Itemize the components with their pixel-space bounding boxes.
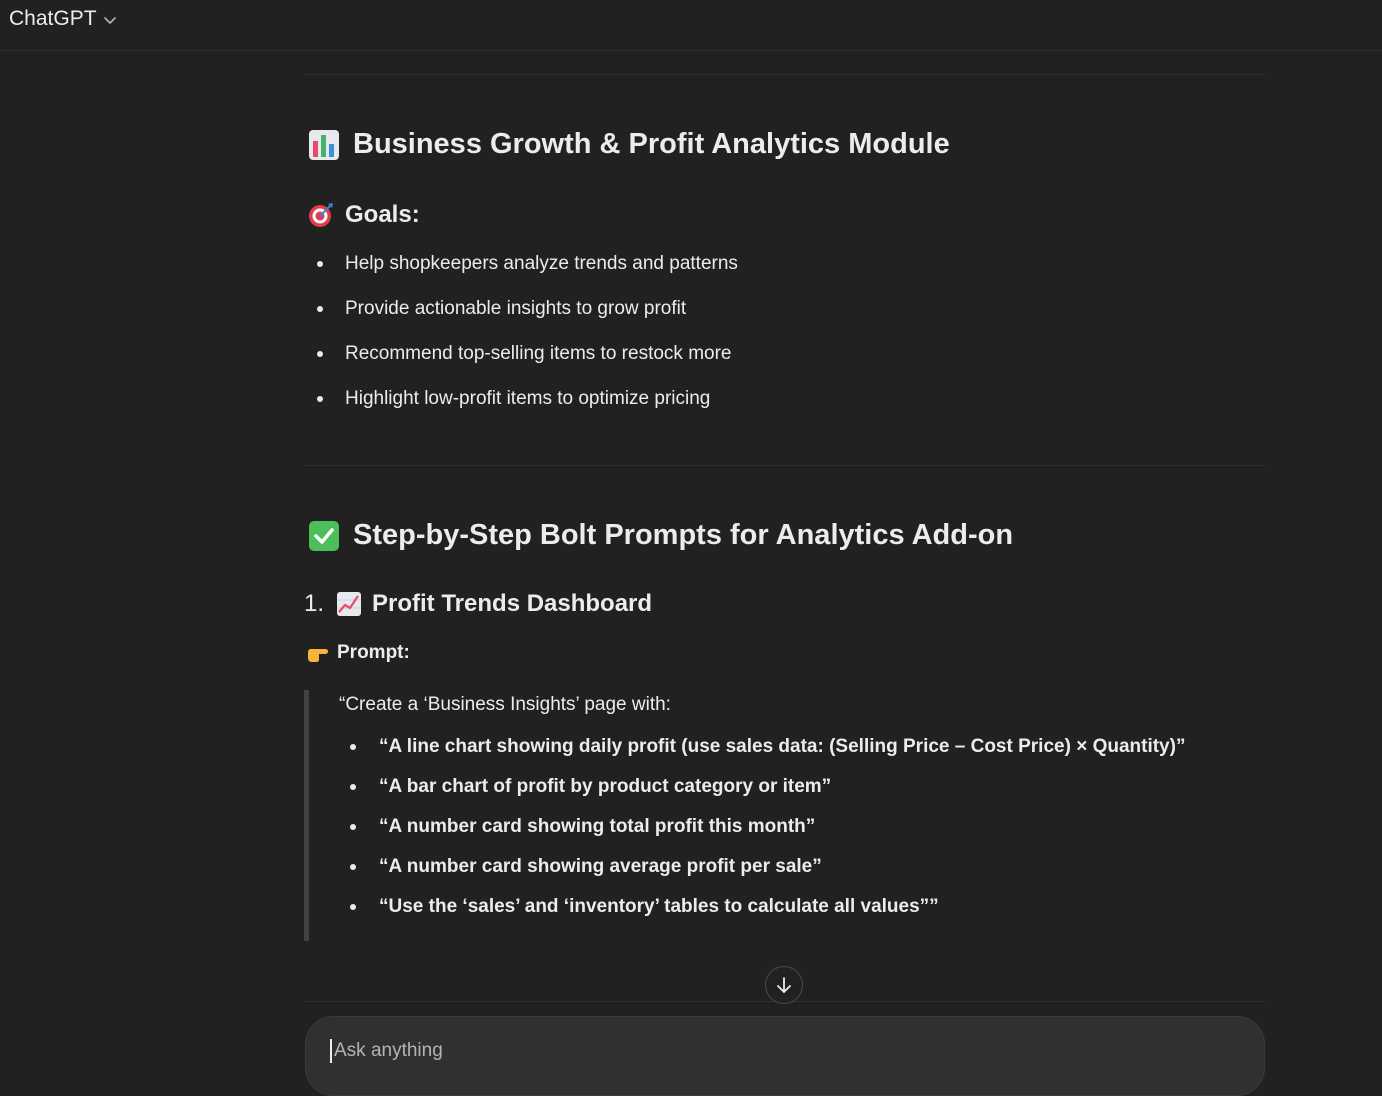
list-item: Recommend top-selling items to restock m… xyxy=(304,336,738,381)
list-item: Provide actionable insights to grow prof… xyxy=(304,291,738,336)
top-bar: ChatGPT xyxy=(0,0,1382,51)
model-name: ChatGPT xyxy=(9,7,97,30)
prompt-list: “A line chart showing daily profit (use … xyxy=(339,730,1185,930)
scroll-to-bottom-button[interactable] xyxy=(765,966,803,1004)
list-item-text: “A number card showing total profit this… xyxy=(379,816,816,837)
section-title: Step-by-Step Bolt Prompts for Analytics … xyxy=(353,519,1014,551)
chart-increasing-icon xyxy=(337,592,362,616)
list-item-text: Highlight low-profit items to optimize p… xyxy=(345,388,711,409)
step-title: Profit Trends Dashboard xyxy=(372,590,653,617)
bullet xyxy=(350,744,356,750)
bullet xyxy=(350,784,356,790)
bullet xyxy=(317,351,323,357)
list-item-text: Recommend top-selling items to restock m… xyxy=(345,343,732,364)
prompt-label-text: Prompt: xyxy=(337,642,410,663)
divider xyxy=(304,465,1265,466)
model-switcher-button[interactable]: ChatGPT xyxy=(9,5,117,33)
list-item: Help shopkeepers analyze trends and patt… xyxy=(304,246,738,291)
bullet xyxy=(350,824,356,830)
bullet xyxy=(350,904,356,910)
list-item: “A bar chart of profit by product catego… xyxy=(339,770,1185,810)
arrow-down-icon xyxy=(777,977,791,993)
section-heading-steps: Step-by-Step Bolt Prompts for Analytics … xyxy=(308,519,1013,552)
bullet xyxy=(317,261,323,267)
section-heading-analytics: Business Growth & Profit Analytics Modul… xyxy=(308,128,950,161)
bullet xyxy=(350,864,356,870)
list-item-text: “A line chart showing daily profit (use … xyxy=(379,736,1186,757)
list-item: Highlight low-profit items to optimize p… xyxy=(304,381,738,426)
check-mark-icon xyxy=(309,520,339,551)
goals-heading: Goals: xyxy=(308,201,420,229)
list-item-text: “Use the ‘sales’ and ‘inventory’ tables … xyxy=(379,896,939,917)
list-item: “Use the ‘sales’ and ‘inventory’ tables … xyxy=(339,890,1185,930)
bullet xyxy=(317,306,323,312)
direct-hit-icon xyxy=(309,203,333,227)
list-item: “A number card showing average profit pe… xyxy=(339,850,1185,890)
composer xyxy=(305,1016,1265,1096)
goals-list: Help shopkeepers analyze trends and patt… xyxy=(304,246,738,426)
step-heading: 1. Profit Trends Dashboard xyxy=(304,590,652,618)
list-item-text: “A bar chart of profit by product catego… xyxy=(379,776,832,797)
list-item-text: Help shopkeepers analyze trends and patt… xyxy=(345,253,738,274)
prompt-label: Prompt: xyxy=(307,642,410,664)
pointing-hand-icon xyxy=(308,649,328,662)
prompt-blockquote: “Create a ‘Business Insights’ page with:… xyxy=(304,690,1244,941)
list-item: “A line chart showing daily profit (use … xyxy=(339,730,1185,770)
message-input[interactable] xyxy=(330,1039,1036,1063)
list-item-text: Provide actionable insights to grow prof… xyxy=(345,298,687,319)
divider xyxy=(304,74,1265,75)
list-item: “A number card showing total profit this… xyxy=(339,810,1185,850)
section-title: Business Growth & Profit Analytics Modul… xyxy=(353,128,950,160)
list-item-text: “A number card showing average profit pe… xyxy=(379,856,822,877)
bar-chart-icon xyxy=(309,129,339,160)
chevron-down-icon xyxy=(103,17,116,24)
bullet xyxy=(317,396,323,402)
goals-title: Goals: xyxy=(345,201,420,228)
prompt-intro: “Create a ‘Business Insights’ page with: xyxy=(339,694,671,715)
step-number: 1. xyxy=(304,590,325,617)
